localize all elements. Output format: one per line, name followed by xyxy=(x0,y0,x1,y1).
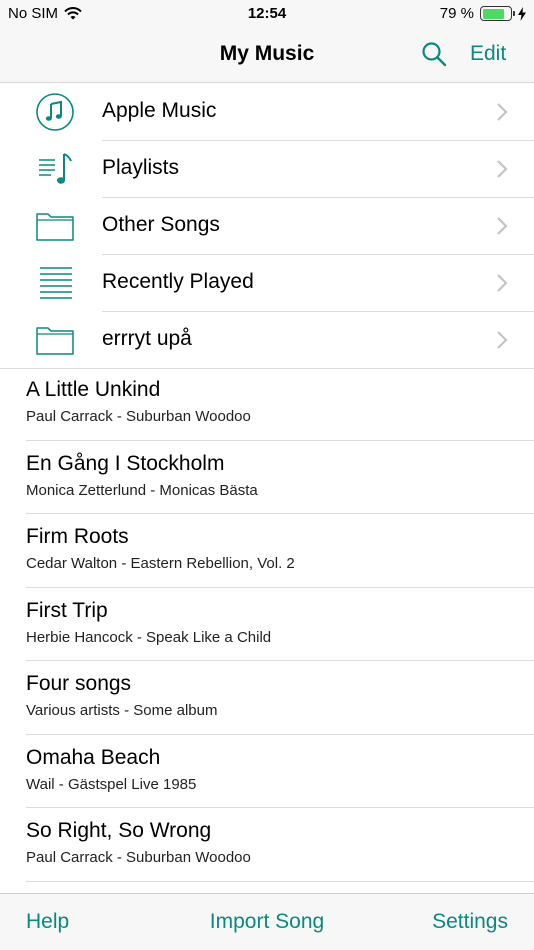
playlist-icon xyxy=(34,149,76,189)
list-lines-icon xyxy=(34,263,76,303)
charging-bolt-icon xyxy=(518,6,526,21)
folder-label: Recently Played xyxy=(102,270,254,293)
status-right: 79 % xyxy=(440,5,526,22)
folder-label: Other Songs xyxy=(102,213,220,236)
search-icon[interactable] xyxy=(421,41,447,67)
divider xyxy=(26,880,534,882)
song-row[interactable]: First Trip Herbie Hancock - Speak Like a… xyxy=(0,588,534,661)
song-subtitle: Wail - Gästspel Live 1985 xyxy=(26,775,197,793)
battery-icon xyxy=(480,6,515,21)
song-subtitle: Herbie Hancock - Speak Like a Child xyxy=(26,628,272,646)
song-list: A Little Unkind Paul Carrack - Suburban … xyxy=(0,367,534,882)
folder-row-other-songs[interactable]: Other Songs xyxy=(0,198,534,255)
music-note-circle-icon xyxy=(34,92,76,132)
navigation-bar: My Music Edit xyxy=(0,28,534,83)
folder-icon xyxy=(34,206,76,246)
song-title: Firm Roots xyxy=(26,525,129,548)
song-title: Omaha Beach xyxy=(26,745,161,769)
chevron-right-icon xyxy=(497,103,508,121)
folder-label: errryt upå xyxy=(102,327,192,350)
chevron-right-icon xyxy=(497,160,508,178)
song-subtitle: Cedar Walton - Eastern Rebellion, Vol. 2 xyxy=(26,555,295,572)
chevron-right-icon xyxy=(497,217,508,235)
battery-fill xyxy=(482,8,504,19)
folder-list: Apple Music Playlists Other Songs Recent… xyxy=(0,84,534,369)
song-row[interactable]: Firm Roots Cedar Walton - Eastern Rebell… xyxy=(0,514,534,588)
page-title: My Music xyxy=(219,42,315,65)
battery-percent: 79 % xyxy=(439,5,474,22)
song-row[interactable]: A Little Unkind Paul Carrack - Suburban … xyxy=(0,367,534,441)
chevron-right-icon xyxy=(497,331,508,349)
song-title: A Little Unkind xyxy=(26,378,161,401)
song-row[interactable]: En Gång I Stockholm Monica Zetterlund - … xyxy=(0,441,534,514)
song-subtitle: Monica Zetterlund - Monicas Bästa xyxy=(26,481,258,499)
status-bar: No SIM 12:54 79 % xyxy=(0,0,534,28)
folder-label: Playlists xyxy=(102,156,180,179)
folder-row-playlists[interactable]: Playlists xyxy=(0,141,534,198)
edit-button[interactable]: Edit xyxy=(470,42,506,66)
song-title: First Trip xyxy=(26,598,108,622)
folder-row-apple-music[interactable]: Apple Music xyxy=(0,84,534,141)
song-title: En Gång I Stockholm xyxy=(26,451,225,475)
song-row[interactable]: Omaha Beach Wail - Gästspel Live 1985 xyxy=(0,735,534,808)
settings-button[interactable]: Settings xyxy=(432,910,508,934)
bottom-toolbar: Help Import Song Settings xyxy=(0,893,534,950)
folder-row-errryt-upa[interactable]: errryt upå xyxy=(0,312,534,369)
song-subtitle: Various artists - Some album xyxy=(26,702,218,719)
song-subtitle: Paul Carrack - Suburban Woodoo xyxy=(26,849,251,866)
song-title: Four songs xyxy=(26,672,132,695)
folder-label: Apple Music xyxy=(102,99,217,122)
song-title: So Right, So Wrong xyxy=(26,819,212,842)
folder-row-recently-played[interactable]: Recently Played xyxy=(0,255,534,312)
folder-icon xyxy=(34,320,76,360)
song-row[interactable]: So Right, So Wrong Paul Carrack - Suburb… xyxy=(0,808,534,882)
song-subtitle: Paul Carrack - Suburban Woodoo xyxy=(26,408,251,425)
song-row[interactable]: Four songs Various artists - Some album xyxy=(0,661,534,735)
chevron-right-icon xyxy=(497,274,508,292)
